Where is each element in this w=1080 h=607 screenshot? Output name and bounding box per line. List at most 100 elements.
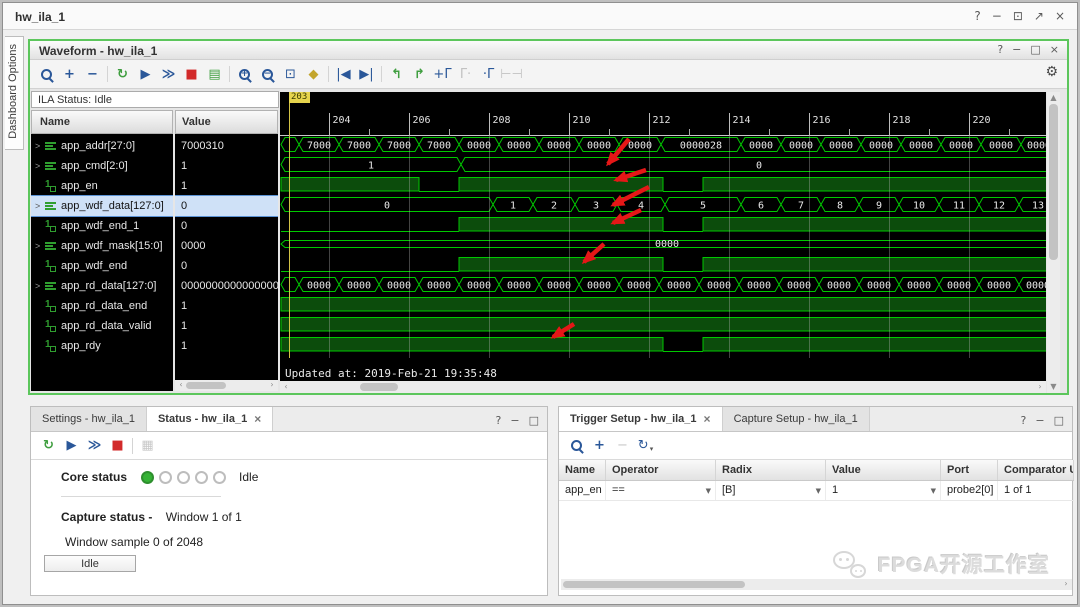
zoom-out-icon[interactable]: −: [256, 64, 279, 85]
signal-row[interactable]: app_rd_data_valid: [31, 316, 173, 336]
status-maximize-icon[interactable]: □: [529, 414, 539, 427]
run-immediate-icon[interactable]: ▶: [134, 64, 157, 85]
previous-transition-icon[interactable]: ↰: [385, 64, 408, 85]
dropdown-chevron-icon[interactable]: ▼: [816, 484, 821, 500]
signal-value[interactable]: 7000310: [175, 136, 278, 156]
tab-close-icon[interactable]: ×: [704, 412, 711, 426]
waveform-vertical-scrollbar[interactable]: ▲ ▼: [1047, 92, 1060, 393]
signal-value[interactable]: 1: [175, 316, 278, 336]
previous-marker-icon[interactable]: Γ·: [454, 64, 477, 85]
trigger-tab[interactable]: Capture Setup - hw_ila_1: [722, 407, 870, 431]
signal-row[interactable]: app_rd_data_end: [31, 296, 173, 316]
layout-icon[interactable]: ▦: [136, 435, 159, 456]
zoom-fit-icon[interactable]: ⊡: [279, 64, 302, 85]
export-ila-data-icon[interactable]: ▤: [203, 64, 226, 85]
trigger-minimize-icon[interactable]: −: [1035, 414, 1044, 427]
dropdown-chevron-icon[interactable]: ▼: [931, 484, 936, 500]
signal-row[interactable]: > app_wdf_mask[15:0]: [31, 236, 173, 256]
waveform-canvas[interactable]: 204206208210212214216218220222 700070007…: [280, 92, 1046, 393]
swap-markers-icon[interactable]: ⊢⊣: [500, 64, 523, 85]
trigger-column-header[interactable]: Comparator U: [998, 460, 1074, 480]
remove-condition-icon[interactable]: −: [611, 435, 634, 456]
signal-row[interactable]: > app_wdf_data[127:0]: [31, 195, 173, 217]
zoom-in-icon[interactable]: +: [233, 64, 256, 85]
tab-close-icon[interactable]: ×: [254, 412, 261, 426]
signal-value[interactable]: 000000000000000000: [175, 276, 278, 296]
signal-row[interactable]: app_en: [31, 176, 173, 196]
window-help-icon[interactable]: ?: [974, 9, 980, 23]
signal-row[interactable]: > app_rd_data[127:0]: [31, 276, 173, 296]
add-marker-icon[interactable]: +Γ: [431, 64, 454, 85]
waveform-panel-header[interactable]: Waveform - hw_ila_1 ? − □ ×: [30, 41, 1067, 60]
expand-chevron-icon[interactable]: >: [35, 241, 45, 251]
stop-trigger-icon[interactable]: ■: [180, 64, 203, 85]
status-minimize-icon[interactable]: −: [510, 414, 519, 427]
dashboard-options-tab[interactable]: Dashboard Options: [5, 36, 24, 150]
search-icon[interactable]: [35, 64, 58, 85]
time-cursor[interactable]: [289, 103, 290, 358]
trigger-table-cell[interactable]: == ▼: [606, 481, 716, 500]
settings-gear-icon[interactable]: ⚙: [1045, 64, 1058, 80]
next-transition-icon[interactable]: ↱: [408, 64, 431, 85]
time-cursor-label[interactable]: 203: [289, 92, 311, 103]
run-all-icon[interactable]: ≫: [83, 435, 106, 456]
remove-probes-icon[interactable]: −: [81, 64, 104, 85]
name-column-header[interactable]: Name: [31, 110, 173, 134]
signal-row[interactable]: app_rdy: [31, 336, 173, 356]
signal-row[interactable]: app_wdf_end_1: [31, 216, 173, 236]
value-column-scrollbar[interactable]: ‹ ›: [175, 380, 278, 391]
trigger-column-header[interactable]: Port: [941, 460, 998, 480]
window-maximize-icon[interactable]: ↗: [1034, 9, 1044, 23]
go-to-start-icon[interactable]: |◀: [332, 64, 355, 85]
run-trigger-icon[interactable]: ↻: [111, 64, 134, 85]
run-all-icon[interactable]: ≫: [157, 64, 180, 85]
expand-chevron-icon[interactable]: >: [35, 141, 45, 151]
trigger-maximize-icon[interactable]: □: [1054, 414, 1064, 427]
signal-value[interactable]: 1: [175, 296, 278, 316]
signal-row[interactable]: app_wdf_end: [31, 256, 173, 276]
status-tab[interactable]: Status - hw_ila_1 ×: [146, 407, 274, 431]
add-condition-icon[interactable]: +: [588, 435, 611, 456]
value-column-header[interactable]: Value: [175, 110, 278, 134]
trigger-column-header[interactable]: Value: [826, 460, 941, 480]
go-to-end-icon[interactable]: ▶|: [355, 64, 378, 85]
trigger-tab[interactable]: Trigger Setup - hw_ila_1 ×: [559, 407, 723, 431]
signal-value[interactable]: 1: [175, 336, 278, 356]
window-minimize-icon[interactable]: −: [992, 9, 1002, 23]
next-marker-icon[interactable]: ·Γ: [477, 64, 500, 85]
expand-chevron-icon[interactable]: >: [35, 201, 45, 211]
signal-value[interactable]: 1: [175, 176, 278, 196]
trigger-table-cell[interactable]: [B] ▼: [716, 481, 826, 500]
trigger-column-header[interactable]: Operator: [606, 460, 716, 480]
status-help-icon[interactable]: ?: [496, 414, 502, 427]
waveform-horizontal-scrollbar[interactable]: ‹ ›: [280, 381, 1046, 393]
trigger-table-cell[interactable]: 1 of 1: [998, 481, 1074, 500]
search-icon[interactable]: [565, 435, 588, 456]
trigger-table-cell[interactable]: 1 ▼: [826, 481, 941, 500]
trigger-table-cell[interactable]: probe2[0]: [941, 481, 998, 500]
signal-value[interactable]: 0: [175, 216, 278, 236]
window-float-icon[interactable]: ⊡: [1013, 9, 1023, 23]
signal-value[interactable]: 1: [175, 156, 278, 176]
status-tab[interactable]: Settings - hw_ila_1: [31, 407, 147, 431]
expand-chevron-icon[interactable]: >: [35, 281, 45, 291]
signal-value[interactable]: 0: [175, 256, 278, 276]
window-close-icon[interactable]: ×: [1055, 9, 1065, 23]
stop-trigger-icon[interactable]: ■: [106, 435, 129, 456]
trigger-column-header[interactable]: Name: [559, 460, 606, 480]
trigger-table-scrollbar[interactable]: ›: [561, 579, 1072, 590]
expand-chevron-icon[interactable]: >: [35, 161, 45, 171]
trigger-table-cell[interactable]: app_en: [559, 481, 606, 500]
waveform-help-icon[interactable]: ?: [997, 43, 1003, 56]
waveform-maximize-icon[interactable]: □: [1030, 43, 1040, 56]
add-probes-icon[interactable]: +: [58, 64, 81, 85]
signal-value[interactable]: 0000: [175, 236, 278, 256]
dropdown-chevron-icon[interactable]: ▼: [706, 484, 711, 500]
zoom-to-cursor-icon[interactable]: ◆: [302, 64, 325, 85]
signal-row[interactable]: > app_addr[27:0]: [31, 136, 173, 156]
signal-row[interactable]: > app_cmd[2:0]: [31, 156, 173, 176]
rearm-trigger-icon[interactable]: ↻ ▾: [634, 435, 657, 456]
waveform-minimize-icon[interactable]: −: [1012, 43, 1021, 56]
run-trigger-icon[interactable]: ↻: [37, 435, 60, 456]
trigger-column-header[interactable]: Radix: [716, 460, 826, 480]
